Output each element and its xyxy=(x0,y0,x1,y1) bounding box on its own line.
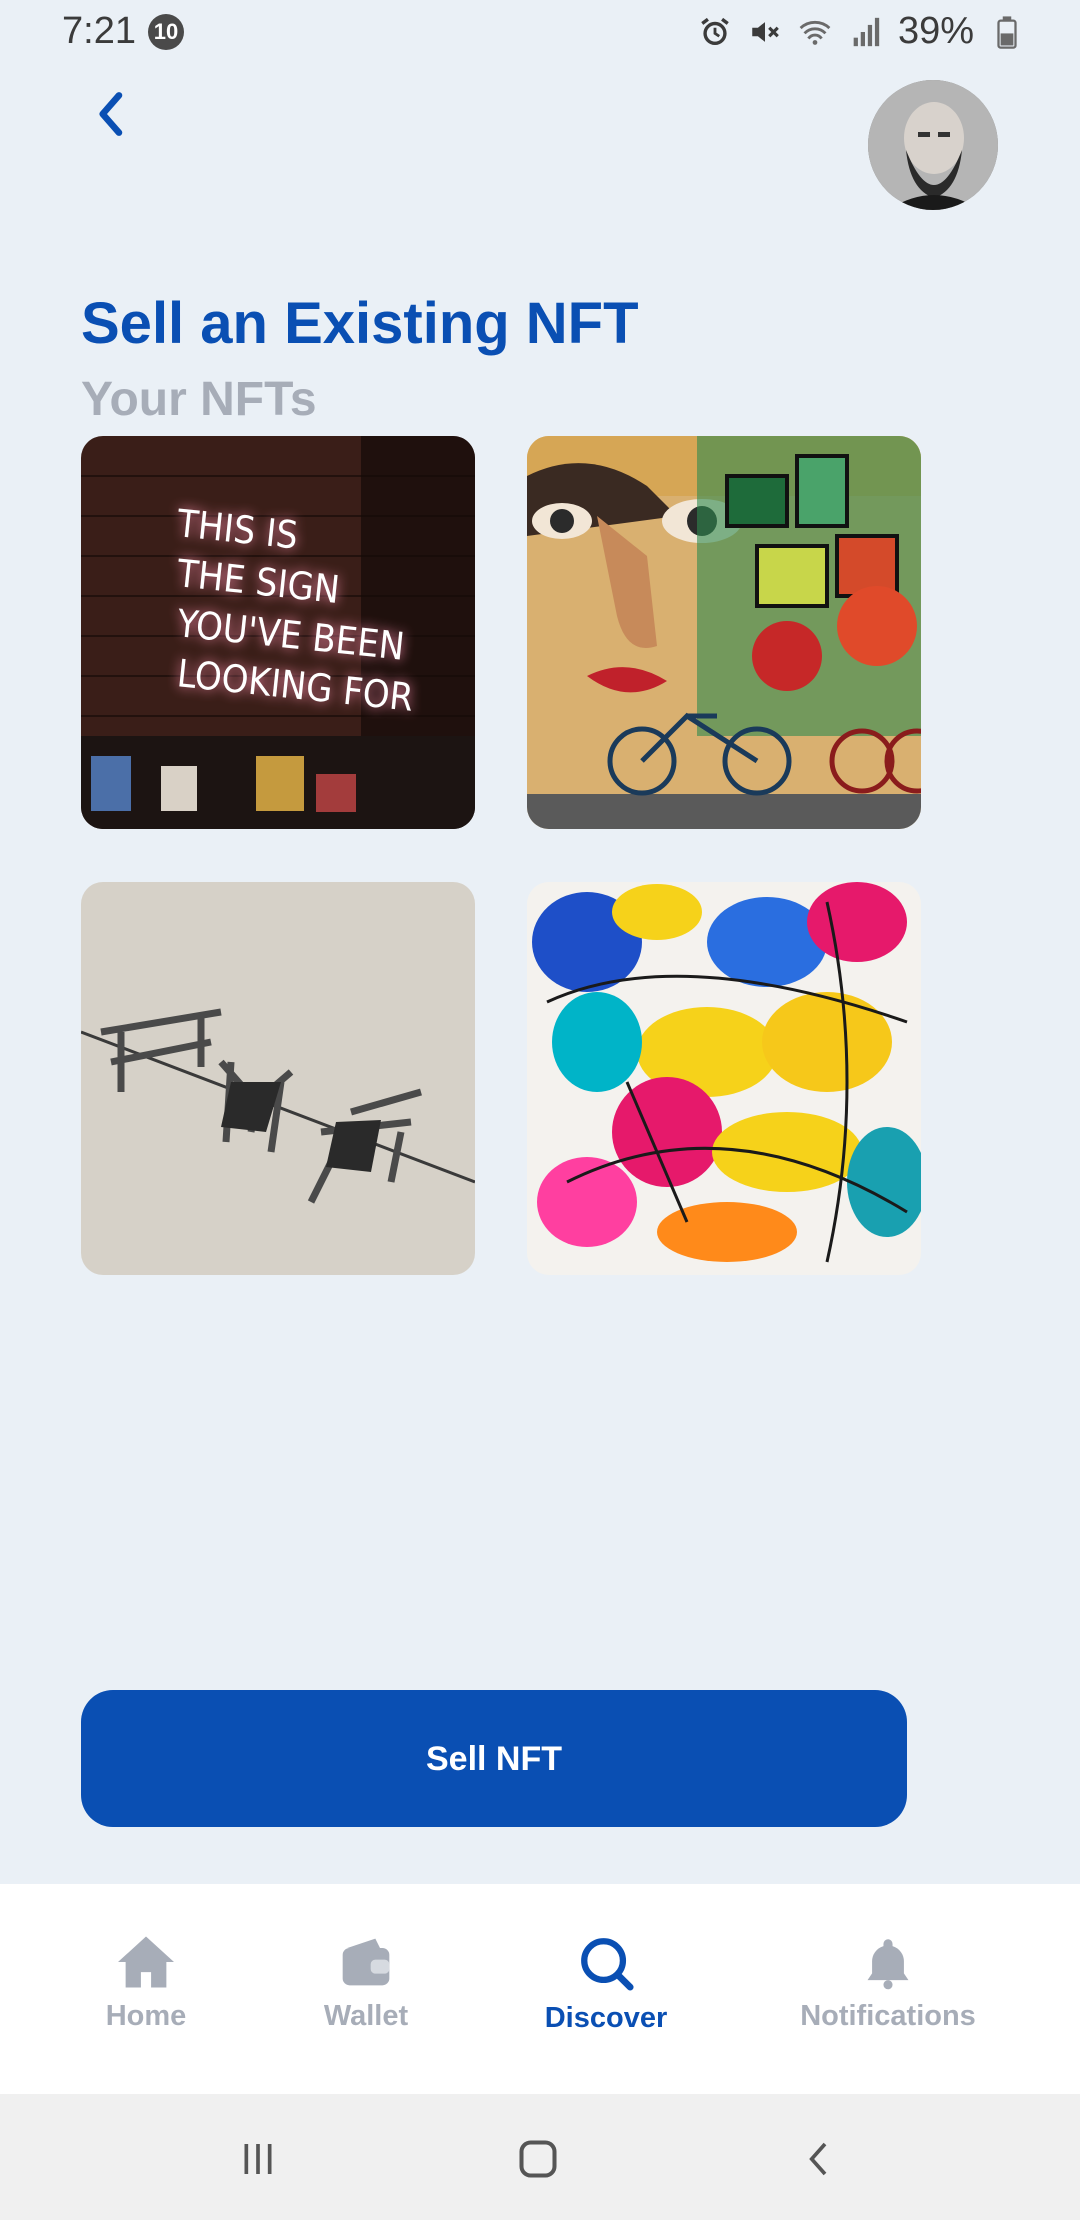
back-arrow-icon xyxy=(809,2142,827,2176)
nav-notifications[interactable]: Notifications xyxy=(778,1934,998,2033)
nav-notifications-label: Notifications xyxy=(800,2000,976,2032)
mute-icon xyxy=(748,15,782,49)
signal-icon xyxy=(848,15,882,49)
nav-home[interactable]: Home xyxy=(36,1934,256,2033)
wallet-icon xyxy=(342,1938,390,1986)
nav-discover-label: Discover xyxy=(544,2002,668,2034)
back-button[interactable] xyxy=(84,86,140,142)
sell-nft-button[interactable]: Sell NFT xyxy=(81,1690,907,1827)
search-icon xyxy=(581,1938,634,1991)
battery-icon xyxy=(990,15,1024,49)
floating-chairs-nft[interactable] xyxy=(81,882,475,1275)
notification-count-badge: 10 xyxy=(148,14,184,50)
home-icon xyxy=(118,1936,174,1988)
page-title: Sell an Existing NFT xyxy=(81,291,639,356)
home-system-button[interactable] xyxy=(508,2134,568,2184)
status-time: 7:21 xyxy=(62,10,136,52)
recent-apps-button[interactable] xyxy=(228,2134,288,2184)
chevron-left-icon xyxy=(99,92,123,136)
battery-level: 39% xyxy=(897,10,974,52)
nav-discover[interactable]: Discover xyxy=(496,1934,716,2035)
section-subtitle: Your NFTs xyxy=(81,373,317,426)
profile-avatar[interactable] xyxy=(868,80,998,210)
abstract-paint-nft[interactable] xyxy=(527,882,921,1275)
neon-sign-nft[interactable]: THIS IS THE SIGN YOU'VE BEEN LOOKING FOR xyxy=(81,436,475,829)
nav-home-label: Home xyxy=(105,2000,187,2032)
back-system-button[interactable] xyxy=(790,2134,850,2184)
bottom-nav: Home Wallet Discover Notifications xyxy=(0,1884,1080,2094)
bell-icon xyxy=(867,1939,909,1990)
alarm-icon xyxy=(698,15,732,49)
wifi-icon xyxy=(798,15,832,49)
home-square-icon xyxy=(519,2140,557,2178)
recent-apps-icon xyxy=(244,2144,272,2174)
status-bar: 7:21 10 39% xyxy=(0,0,1080,64)
nav-wallet-label: Wallet xyxy=(323,2000,409,2032)
street-mural-nft[interactable] xyxy=(527,436,921,829)
system-nav-bar xyxy=(0,2094,1080,2220)
nav-wallet[interactable]: Wallet xyxy=(256,1934,476,2033)
